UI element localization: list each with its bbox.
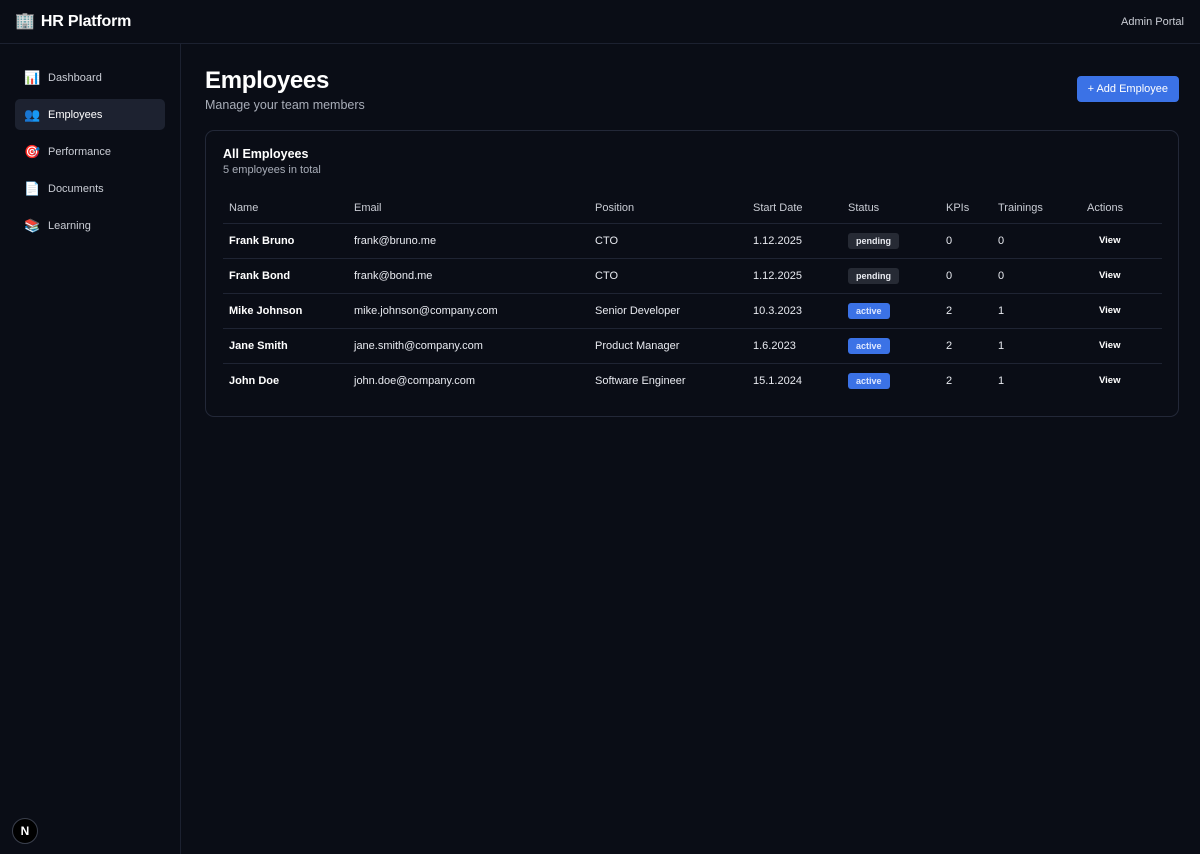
- status-badge: pending: [848, 267, 899, 284]
- document-icon: 📄: [24, 181, 41, 196]
- books-icon: 📚: [24, 218, 41, 233]
- brand[interactable]: 🏢 HR Platform: [15, 13, 131, 31]
- email-cell: frank@bruno.me: [348, 223, 589, 259]
- logo-letter: N: [20, 824, 30, 838]
- actions-cell: View: [1081, 328, 1162, 364]
- view-button[interactable]: View: [1087, 338, 1132, 353]
- page-header: Employees Manage your team members + Add…: [205, 44, 1179, 112]
- page-heading: Employees Manage your team members: [205, 67, 365, 112]
- target-icon: 🎯: [24, 144, 41, 159]
- employees-card: All Employees 5 employees in total Name E…: [205, 130, 1179, 417]
- email-cell: mike.johnson@company.com: [348, 293, 589, 329]
- position-cell: Software Engineer: [595, 374, 686, 387]
- kpis-cell: 2: [946, 374, 953, 387]
- email-cell: john.doe@company.com: [354, 374, 476, 387]
- view-button[interactable]: View: [1087, 303, 1132, 318]
- actions-cell: View: [1081, 258, 1162, 294]
- status-badge: active: [848, 302, 890, 319]
- sidebar-item-employees[interactable]: 👥 Employees: [15, 99, 165, 130]
- employees-table: Name Email Position Start Date Status KPIs Tra…: [223, 194, 1162, 398]
- view-button[interactable]: View: [1087, 268, 1132, 283]
- status-cell: active: [842, 328, 940, 364]
- column-header-actions: Actions: [1081, 194, 1162, 224]
- column-header-trainings: Trainings: [992, 194, 1081, 224]
- column-header-position: Position: [589, 194, 747, 224]
- trainings-cell: 1: [992, 293, 1081, 329]
- sidebar-item-label: Performance: [48, 145, 111, 158]
- table-body: Frank Bruno frank@bruno.me CTO 1.12.2025 pen…: [223, 223, 1162, 398]
- name-cell: Mike Johnson: [223, 293, 348, 329]
- top-bar: 🏢 HR Platform Admin Portal: [0, 0, 1200, 44]
- status-cell: pending: [842, 258, 940, 294]
- kpis-cell: 0: [940, 258, 992, 294]
- page-subtitle: Manage your team members: [205, 98, 365, 112]
- actions-cell: View: [1081, 363, 1162, 398]
- column-header-start-date: Start Date: [747, 194, 842, 224]
- column-header-name: Name: [223, 194, 348, 224]
- app-title: HR Platform: [40, 12, 132, 30]
- kpis-cell: 2: [940, 328, 992, 364]
- sidebar: 📊 Dashboard 👥 Employees 🎯 Performance 📄 Documen…: [0, 44, 181, 854]
- table-row[interactable]: Frank Bruno frank@bruno.me CTO 1.12.2025 pen…: [223, 223, 1162, 259]
- portal-label: Admin Portal: [1121, 15, 1184, 28]
- status-cell: active: [842, 363, 940, 398]
- trainings-cell: 1: [992, 328, 1081, 364]
- position-cell: CTO: [589, 223, 747, 259]
- start-date-cell: 1.12.2025: [747, 258, 842, 294]
- column-header-kpis: KPIs: [940, 194, 992, 224]
- start-date-cell: 15.1.2024: [753, 374, 802, 387]
- add-employee-button[interactable]: + Add Employee: [1076, 76, 1179, 102]
- sidebar-item-label: Employees: [48, 108, 103, 121]
- actions-cell: View: [1081, 223, 1162, 259]
- main-content: Employees Manage your team members + Add…: [205, 44, 1179, 417]
- column-header-status: Status: [842, 194, 940, 224]
- name-cell: John Doe: [229, 374, 280, 387]
- table-row[interactable]: John Doe john.doe@company.com Software Eng…: [223, 363, 1162, 398]
- sidebar-item-learning[interactable]: 📚 Learning: [15, 210, 165, 241]
- sidebar-item-dashboard[interactable]: 📊 Dashboard: [15, 62, 165, 93]
- start-date-cell: 1.6.2023: [747, 328, 842, 364]
- sidebar-item-performance[interactable]: 🎯 Performance: [15, 136, 165, 167]
- view-button[interactable]: View: [1087, 233, 1132, 248]
- sidebar-nav: 📊 Dashboard 👥 Employees 🎯 Performance 📄 Documen…: [15, 62, 165, 241]
- start-date-cell: 1.12.2025: [747, 223, 842, 259]
- status-badge: active: [848, 372, 890, 389]
- position-cell: CTO: [589, 258, 747, 294]
- sidebar-item-label: Documents: [48, 182, 104, 195]
- email-cell: frank@bond.me: [348, 258, 589, 294]
- table-row[interactable]: Frank Bond frank@bond.me CTO 1.12.2025 pendi…: [223, 258, 1162, 294]
- email-cell: jane.smith@company.com: [348, 328, 589, 364]
- sidebar-item-label: Learning: [48, 219, 91, 232]
- column-header-email: Email: [348, 194, 589, 224]
- trainings-cell: 1: [998, 374, 1005, 387]
- name-cell: Jane Smith: [223, 328, 348, 364]
- status-badge: active: [848, 337, 890, 354]
- trainings-cell: 0: [992, 223, 1081, 259]
- position-cell: Senior Developer: [589, 293, 747, 329]
- people-icon: 👥: [24, 107, 41, 122]
- start-date-cell: 10.3.2023: [747, 293, 842, 329]
- position-cell: Product Manager: [589, 328, 747, 364]
- trainings-cell: 0: [992, 258, 1081, 294]
- status-cell: pending: [842, 223, 940, 259]
- status-cell: active: [842, 293, 940, 329]
- actions-cell: View: [1081, 293, 1162, 329]
- card-title: All Employees: [223, 147, 309, 161]
- table-header-row: Name Email Position Start Date Status KPIs Tra…: [223, 194, 1162, 224]
- view-button[interactable]: View: [1087, 373, 1132, 388]
- kpis-cell: 2: [940, 293, 992, 329]
- chart-icon: 📊: [24, 70, 41, 85]
- name-cell: Frank Bruno: [223, 223, 348, 259]
- table-row[interactable]: Jane Smith jane.smith@company.com Product …: [223, 328, 1162, 364]
- building-icon: 🏢: [15, 12, 35, 30]
- table-row[interactable]: Mike Johnson mike.johnson@company.com Seni…: [223, 293, 1162, 329]
- card-subtitle: 5 employees in total: [223, 164, 321, 176]
- name-cell: Frank Bond: [223, 258, 348, 294]
- kpis-cell: 0: [940, 223, 992, 259]
- page-title: Employees: [205, 67, 330, 94]
- sidebar-item-label: Dashboard: [48, 71, 102, 84]
- status-badge: pending: [848, 232, 899, 249]
- sidebar-item-documents[interactable]: 📄 Documents: [15, 173, 165, 204]
- framework-logo-icon[interactable]: N: [12, 818, 38, 844]
